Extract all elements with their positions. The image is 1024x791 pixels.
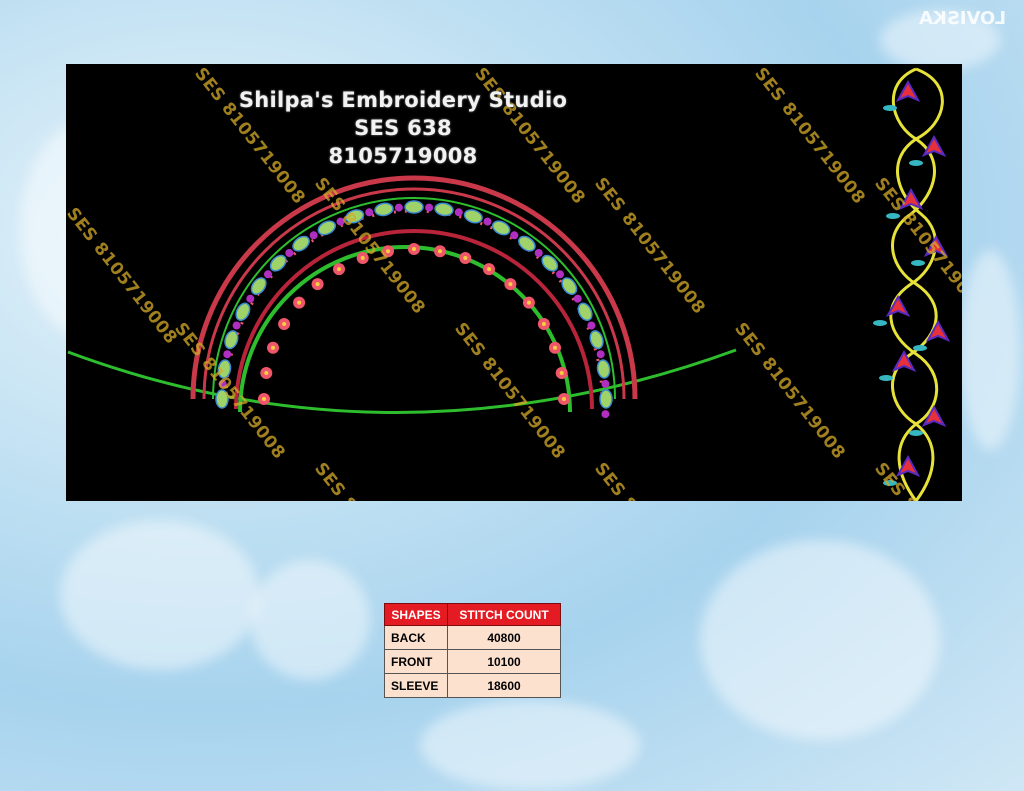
- vine-leaf: [913, 345, 927, 351]
- leaf-motif: [285, 249, 294, 257]
- header-stitch-count: STITCH COUNT: [447, 603, 561, 626]
- flower-center: [463, 256, 468, 260]
- flower-center: [271, 345, 275, 350]
- flower-center: [264, 371, 269, 375]
- leaf-motif: [394, 203, 403, 212]
- leaf-motif: [510, 231, 519, 240]
- leaf-motif: [264, 270, 272, 279]
- leaf-motif: [573, 294, 582, 303]
- studio-phone: 8105719008: [328, 144, 478, 168]
- paisley-motif: [269, 254, 287, 272]
- table-row: BACK 40800: [384, 625, 561, 650]
- paisley-motif: [434, 202, 454, 217]
- embroidery-design-panel: SES 8105719008 SES 8105719008 SES 810571…: [66, 64, 962, 501]
- leaf-motif: [601, 379, 610, 388]
- background-petal: [700, 540, 940, 740]
- flower-center: [262, 397, 266, 401]
- background-petal: [420, 700, 640, 790]
- leaf-motif: [232, 321, 241, 330]
- leaf-motif: [454, 208, 463, 217]
- flower-center: [487, 267, 491, 272]
- leaf-motif: [246, 294, 255, 303]
- background-petal: [250, 560, 370, 680]
- vine-flower: [895, 79, 921, 102]
- background-petal: [960, 250, 1020, 450]
- leaf-motif: [534, 249, 543, 257]
- shape-cell: FRONT: [384, 649, 448, 674]
- vine-flower: [921, 134, 947, 157]
- paisley-motif: [292, 235, 310, 252]
- paisley-motif: [541, 254, 559, 272]
- background-petal: [60, 520, 260, 670]
- flower-center: [438, 249, 442, 254]
- flower-center: [526, 300, 531, 305]
- paisley-motif: [250, 277, 267, 295]
- leaf-motif: [556, 270, 564, 279]
- vine-leaf: [909, 430, 923, 436]
- count-cell: 10100: [447, 649, 561, 674]
- leaf-motif: [483, 217, 492, 226]
- leaf-motif: [223, 350, 232, 359]
- paisley-motif: [374, 202, 394, 217]
- vine-border: [889, 67, 944, 501]
- design-code: SES 638: [354, 116, 452, 140]
- vine-leaf: [909, 160, 923, 166]
- flower-center: [412, 247, 416, 251]
- flower-center: [297, 300, 302, 305]
- count-cell: 18600: [447, 673, 561, 698]
- paisley-motif: [596, 359, 611, 379]
- leaf-motif: [601, 410, 610, 419]
- vine-leaf: [879, 375, 893, 381]
- flower-center: [559, 371, 564, 375]
- leaf-motif: [365, 208, 374, 217]
- leaf-motif: [596, 350, 605, 359]
- paisley-motif: [561, 277, 578, 295]
- shape-cell: BACK: [384, 625, 448, 650]
- corner-watermark: LOVISKA: [918, 8, 1006, 29]
- paisley-motif: [589, 330, 604, 350]
- table-row: FRONT 10100: [384, 649, 561, 674]
- leaf-motif: [425, 203, 434, 212]
- shape-cell: SLEEVE: [384, 673, 448, 698]
- header-shapes: SHAPES: [384, 603, 448, 626]
- flower-center: [553, 345, 557, 350]
- studio-name: Shilpa's Embroidery Studio: [238, 88, 568, 112]
- vine-leaf: [911, 260, 925, 266]
- stitch-count-table: SHAPES STITCH COUNT BACK 40800 FRONT 101…: [384, 603, 561, 698]
- flower-center: [282, 322, 287, 326]
- leaf-motif: [587, 321, 596, 330]
- paisley-motif: [599, 389, 613, 409]
- flower-center: [360, 256, 365, 260]
- leaf-motif: [309, 231, 318, 240]
- paisley-motif: [463, 209, 483, 224]
- flower-center: [315, 282, 320, 287]
- flower-center: [562, 397, 566, 401]
- vine-leaf: [883, 105, 897, 111]
- vine-leaf: [873, 320, 887, 326]
- studio-title-block: Shilpa's Embroidery Studio SES 638 81057…: [238, 86, 568, 170]
- count-cell: 40800: [447, 625, 561, 650]
- paisley-motif: [404, 200, 424, 214]
- table-header-row: SHAPES STITCH COUNT: [384, 603, 561, 626]
- paisley-motif: [518, 235, 536, 252]
- table-row: SLEEVE 18600: [384, 673, 561, 698]
- flower-center: [541, 322, 546, 326]
- flower-center: [337, 267, 341, 272]
- flower-center: [508, 282, 513, 287]
